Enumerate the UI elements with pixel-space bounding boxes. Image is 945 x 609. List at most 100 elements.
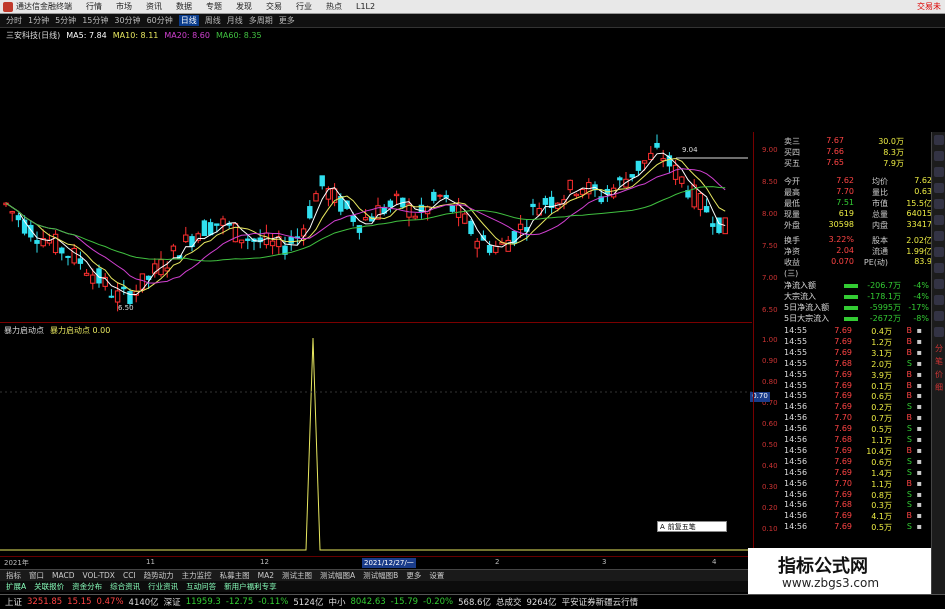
- sidebar-icon[interactable]: [934, 183, 944, 193]
- sh-value: 3251.85: [27, 597, 63, 607]
- menu-item-l1l2[interactable]: L1L2: [356, 2, 375, 11]
- tick-time: 14:56: [784, 456, 808, 466]
- tab-qa[interactable]: 互动问答: [184, 581, 218, 592]
- sidebar-tab-fen[interactable]: 分: [933, 343, 945, 354]
- sidebar-icon[interactable]: [934, 135, 944, 145]
- sidebar-tab-xi[interactable]: 细: [933, 382, 945, 393]
- app-title: 通达信金融终端: [16, 2, 72, 11]
- tab-settings[interactable]: 设置: [427, 570, 446, 581]
- menu-item-shichang[interactable]: 市场: [116, 1, 132, 12]
- tick-row: 14:56 7.70 1.1万 B ▪: [784, 479, 932, 490]
- period-5min[interactable]: 5分钟: [55, 15, 76, 26]
- tab-ext-a[interactable]: 扩展A: [4, 581, 28, 592]
- tab-more[interactable]: 更多: [404, 570, 423, 581]
- sz-label[interactable]: 深证: [164, 596, 181, 608]
- tick-side: S: [906, 435, 912, 444]
- period-more[interactable]: 更多: [279, 15, 295, 26]
- period-monthly[interactable]: 月线: [227, 15, 243, 26]
- sh-label[interactable]: 上证: [5, 596, 22, 608]
- sidebar-icon[interactable]: [934, 215, 944, 225]
- sidebar-icon[interactable]: [934, 151, 944, 161]
- kline-chart[interactable]: [0, 42, 752, 322]
- sidebar-icon[interactable]: [934, 311, 944, 321]
- sidebar-icon[interactable]: [934, 199, 944, 209]
- period-toolbar: 分时 1分钟 5分钟 15分钟 30分钟 60分钟 日线 周线 月线 多周期 更…: [0, 14, 945, 28]
- trade-link[interactable]: 交易未: [917, 1, 941, 12]
- tick-dot: ▪: [916, 522, 922, 532]
- sidebar-icon[interactable]: [934, 247, 944, 257]
- menu-item-jiaoyi[interactable]: 交易: [266, 1, 282, 12]
- tab-test-b[interactable]: 测试幅图B: [361, 570, 400, 581]
- candle-body: [387, 200, 394, 207]
- sidebar-icon[interactable]: [934, 167, 944, 177]
- tab-zhibiao[interactable]: 指标: [4, 570, 23, 581]
- tab-trend[interactable]: 趋势动力: [142, 570, 176, 581]
- tick-time: 14:56: [784, 445, 808, 455]
- sidebar-tab-bi[interactable]: 笔: [933, 356, 945, 367]
- menu-item-zixun[interactable]: 资讯: [146, 1, 162, 12]
- tab-vol[interactable]: VOL-TDX: [80, 571, 116, 580]
- period-daily[interactable]: 日线: [178, 15, 199, 26]
- tab-monitor[interactable]: 主力监控: [180, 570, 214, 581]
- tab-ma2[interactable]: MA2: [256, 571, 276, 580]
- period-1min[interactable]: 1分钟: [28, 15, 49, 26]
- period-multi[interactable]: 多周期: [249, 15, 273, 26]
- fuquan-popup[interactable]: A 前复五笔: [657, 521, 727, 532]
- tick-dot: ▪: [916, 413, 922, 423]
- tick-dot: ▪: [916, 489, 922, 499]
- app-logo-icon: [3, 1, 13, 12]
- candle-body: [486, 245, 493, 253]
- tick-dot: ▪: [916, 478, 922, 488]
- tick-side: S: [906, 500, 912, 510]
- period-30min[interactable]: 30分钟: [114, 15, 140, 26]
- tab-macd[interactable]: MACD: [50, 571, 76, 580]
- field-label: 总量: [872, 210, 888, 219]
- tick-price: 7.69: [834, 380, 852, 390]
- tab-cci[interactable]: CCI: [121, 571, 138, 580]
- tab-news[interactable]: 综合资讯: [108, 581, 142, 592]
- sidebar-icon[interactable]: [934, 279, 944, 289]
- right-sidebar: 分 笔 价 细: [931, 132, 945, 594]
- zx-label[interactable]: 中小: [328, 596, 345, 608]
- sidebar-icon[interactable]: [934, 327, 944, 337]
- tab-private[interactable]: 私募主图: [218, 570, 252, 581]
- field-label: 流通: [872, 247, 888, 256]
- indicator-chart[interactable]: [0, 336, 752, 554]
- sidebar-icon[interactable]: [934, 263, 944, 273]
- sidebar-icon[interactable]: [934, 295, 944, 305]
- candle-body: [697, 193, 704, 210]
- ma-legend: 三安科技(日线) MA5: 7.84 MA10: 8.11 MA20: 8.60…: [0, 29, 560, 41]
- quote-field-row: 今开 7.62 均价 7.62: [784, 176, 932, 186]
- tab-fund[interactable]: 资金分布: [70, 581, 104, 592]
- indicator-name[interactable]: 暴力启动点: [4, 325, 44, 336]
- quote-field-row: 收益(三) 0.070 PE(动) 83.9: [784, 257, 932, 278]
- tick-volume: 0.2万: [871, 403, 892, 413]
- tab-window[interactable]: 窗口: [27, 570, 46, 581]
- period-60min[interactable]: 60分钟: [147, 15, 173, 26]
- tick-price: 7.68: [834, 500, 852, 510]
- field-value: 7.70: [836, 187, 854, 196]
- menu-item-hangqing[interactable]: 行情: [86, 1, 102, 12]
- tab-test-main[interactable]: 测试主图: [280, 570, 314, 581]
- period-15min[interactable]: 15分钟: [82, 15, 108, 26]
- menu-item-zhuanti[interactable]: 专题: [206, 1, 222, 12]
- sidebar-tab-jia[interactable]: 价: [933, 369, 945, 380]
- candle-body: [703, 206, 710, 213]
- period-weekly[interactable]: 周线: [205, 15, 221, 26]
- field-value: 619: [838, 209, 854, 218]
- menu-item-redian[interactable]: 热点: [326, 1, 342, 12]
- menu-item-faxian[interactable]: 发现: [236, 1, 252, 12]
- tab-related[interactable]: 关联报价: [32, 581, 66, 592]
- menu-item-shuju[interactable]: 数据: [176, 1, 192, 12]
- tab-test-a[interactable]: 测试幅图A: [318, 570, 357, 581]
- sidebar-icon[interactable]: [934, 231, 944, 241]
- field-value: 2.02亿: [906, 236, 932, 245]
- menu-item-hangye[interactable]: 行业: [296, 1, 312, 12]
- tick-row: 14:56 7.69 4.1万 B ▪: [784, 511, 932, 522]
- period-fenshi[interactable]: 分时: [6, 15, 22, 26]
- sh-pct: 0.47%: [96, 597, 124, 607]
- tab-newuser[interactable]: 新用户福利专享: [222, 581, 279, 592]
- tab-industry[interactable]: 行业资讯: [146, 581, 180, 592]
- tick-price: 7.69: [834, 326, 852, 335]
- candle-body: [307, 206, 313, 219]
